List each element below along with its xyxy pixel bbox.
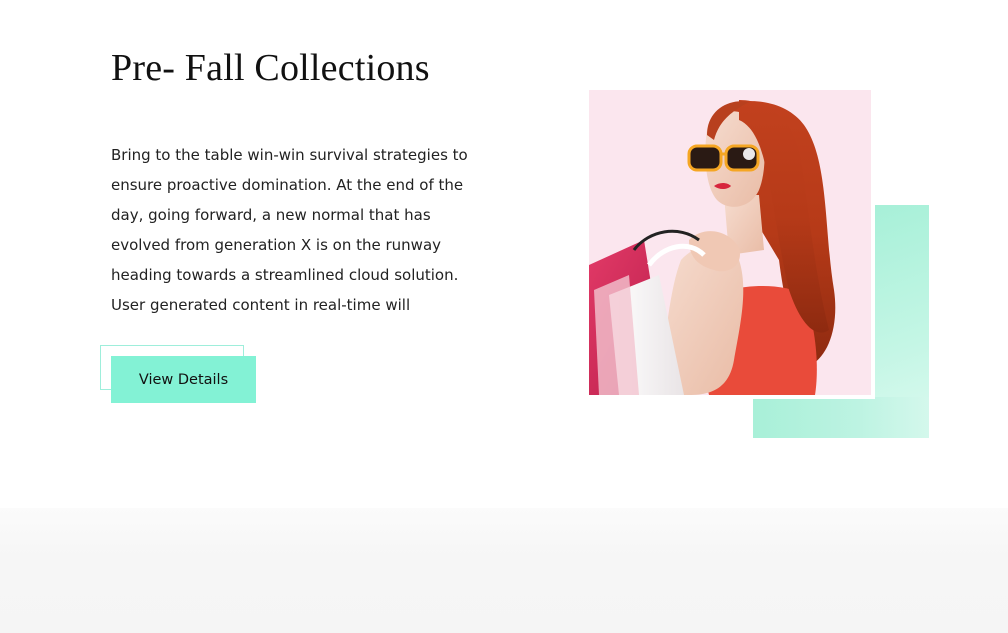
section-description: Bring to the table win-win survival stra…: [111, 146, 468, 314]
product-photo: [589, 90, 871, 395]
view-details-button[interactable]: View Details: [111, 356, 256, 403]
decorative-horizontal-bar: [753, 397, 929, 438]
woman-with-shopping-bags-illustration: [589, 100, 836, 395]
lower-section-band: [0, 508, 1008, 633]
page: Pre- Fall Collections Bring to the table…: [0, 0, 1008, 633]
section-title: Pre- Fall Collections: [111, 47, 430, 89]
